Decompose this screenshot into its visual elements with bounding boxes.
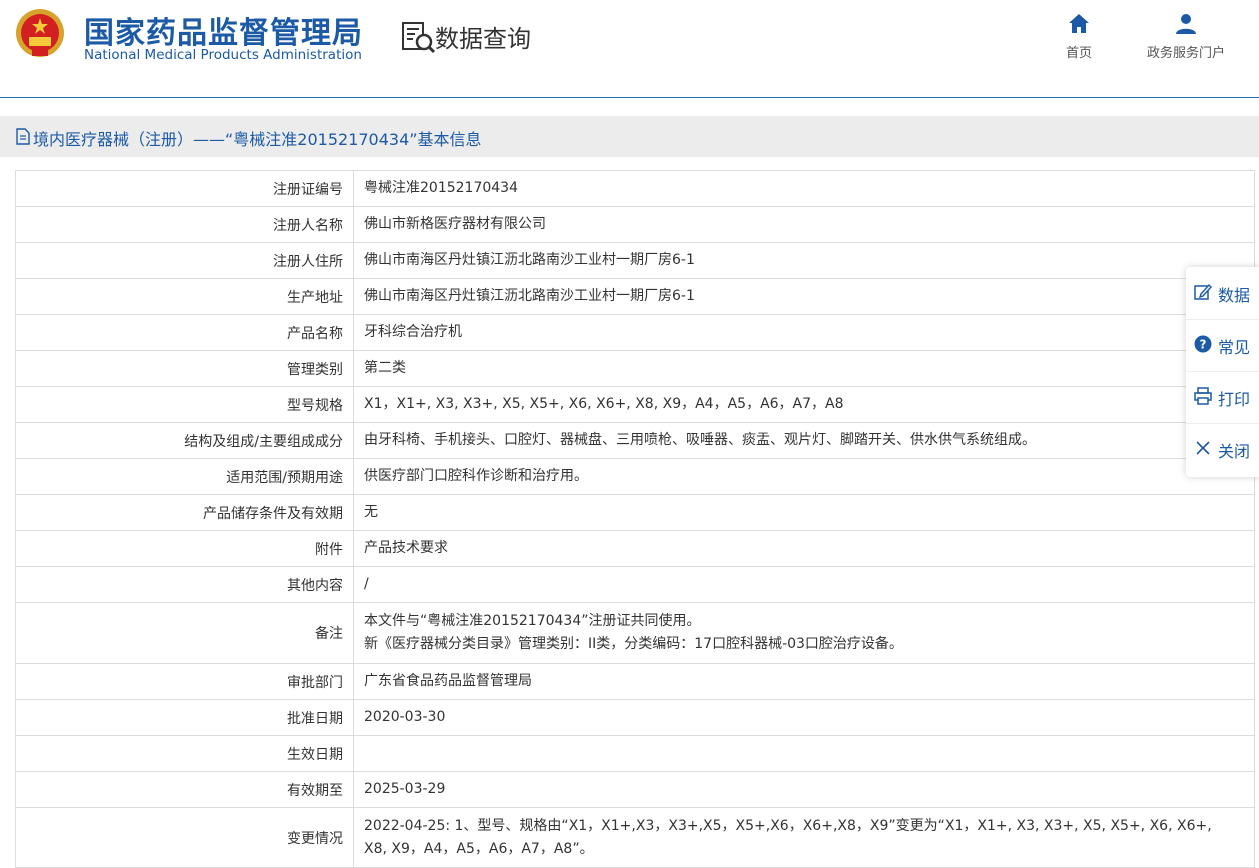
nav-home-label: 首页 [1065,46,1092,61]
row-label: 变更情况 [15,807,354,868]
user-icon [1176,14,1196,34]
row-label: 产品储存条件及有效期 [15,494,354,531]
print-icon [1194,387,1212,405]
org-name-en: National Medical Products Administration [84,47,362,63]
row-label: 管理类别 [15,350,354,387]
edit-icon [1194,283,1212,300]
row-value: 2025-03-29 [353,771,1255,808]
side-toolbar: 数据 ? 常见 打印 关闭 [1186,267,1259,477]
change-line-2: X8, X9，A4，A5，A6，A7，A8”。 [364,840,594,857]
side-item-label: 打印 [1218,390,1251,409]
table-row: 生效日期 [15,735,1255,772]
side-item-label: 常见 [1218,338,1251,357]
row-label: 产品名称 [15,314,354,351]
header-divider [0,97,1259,98]
table-row: 型号规格 X1，X1+, X3, X3+, X5, X5+, X6, X6+, … [15,386,1255,423]
table-row: 结构及组成/主要组成成分 由牙科椅、手机接头、口腔灯、器械盘、三用喷枪、吸唾器、… [15,422,1255,459]
breadcrumb-text: 境内医疗器械（注册）——“粤械注准20152170434”基本信息 [33,130,482,149]
side-item-label: 关闭 [1218,442,1251,461]
row-label: 适用范围/预期用途 [15,458,354,495]
side-item-print[interactable]: 打印 [1186,371,1259,424]
nav-portal-label: 政务服务门户 [1146,46,1225,61]
row-label: 其他内容 [15,566,354,603]
side-item-faq[interactable]: ? 常见 [1186,319,1259,372]
table-row: 批准日期 2020-03-30 [15,699,1255,736]
row-value: 牙科综合治疗机 [353,314,1255,351]
table-row: 注册证编号 粤械注准20152170434 [15,170,1255,207]
national-emblem-icon [16,9,64,57]
row-label: 备注 [15,602,354,664]
nav-portal-link[interactable]: 政务服务门户 [1140,12,1232,61]
data-query-icon [402,22,436,54]
nav-home-link[interactable]: 首页 [1062,12,1096,61]
remark-line-2: 新《医疗器械分类目录》管理类别：II类，分类编码：17口腔科器械-03口腔治疗设… [364,636,903,652]
record-table: 注册证编号 粤械注准20152170434 注册人名称 佛山市新格医疗器材有限公… [15,170,1255,868]
org-name-cn: 国家药品监督管理局 [84,16,363,51]
breadcrumb: 境内医疗器械（注册）——“粤械注准20152170434”基本信息 [0,116,1259,157]
table-row: 产品储存条件及有效期 无 [15,494,1255,531]
row-value [353,735,1255,772]
table-row: 变更情况 2022-04-25: 1、型号、规格由“X1，X1+,X3，X3+,… [15,807,1255,868]
row-value: 第二类 [353,350,1255,387]
row-value: 佛山市南海区丹灶镇江沥北路南沙工业村一期厂房6-1 [353,278,1255,315]
row-value: 佛山市南海区丹灶镇江沥北路南沙工业村一期厂房6-1 [353,242,1255,279]
remark-line-1: 本文件与“粤械注准20152170434”注册证共同使用。 [364,613,701,629]
table-row: 有效期至 2025-03-29 [15,771,1255,808]
row-label: 注册人名称 [15,206,354,243]
row-label: 批准日期 [15,699,354,736]
side-item-data[interactable]: 数据 [1186,267,1259,320]
side-item-close[interactable]: 关闭 [1186,423,1259,475]
document-icon [16,128,30,145]
table-row: 审批部门 广东省食品药品监督管理局 [15,663,1255,700]
row-label: 生效日期 [15,735,354,772]
row-label: 型号规格 [15,386,354,423]
home-icon [1069,14,1089,33]
row-value: 佛山市新格医疗器材有限公司 [353,206,1255,243]
table-row: 生产地址 佛山市南海区丹灶镇江沥北路南沙工业村一期厂房6-1 [15,278,1255,315]
page-header: 国家药品监督管理局 National Medical Products Admi… [0,0,1259,97]
row-value: 粤械注准20152170434 [353,170,1255,207]
table-row: 注册人住所 佛山市南海区丹灶镇江沥北路南沙工业村一期厂房6-1 [15,242,1255,279]
row-label: 注册证编号 [15,170,354,207]
data-query-title: 数据查询 [435,25,531,53]
row-label: 结构及组成/主要组成成分 [15,422,354,459]
svg-text:?: ? [1200,338,1207,352]
row-value: 无 [353,494,1255,531]
row-value: 2020-03-30 [353,699,1255,736]
table-row: 附件 产品技术要求 [15,530,1255,567]
row-value: 2022-04-25: 1、型号、规格由“X1，X1+,X3，X3+,X5，X5… [353,807,1255,868]
row-value: X1，X1+, X3, X3+, X5, X5+, X6, X6+, X8, X… [353,386,1255,423]
row-value: 本文件与“粤械注准20152170434”注册证共同使用。 新《医疗器械分类目录… [353,602,1255,664]
row-value: 广东省食品药品监督管理局 [353,663,1255,700]
table-row: 备注 本文件与“粤械注准20152170434”注册证共同使用。 新《医疗器械分… [15,602,1255,664]
row-value: 由牙科椅、手机接头、口腔灯、器械盘、三用喷枪、吸唾器、痰盂、观片灯、脚踏开关、供… [353,422,1255,459]
close-icon [1196,441,1210,455]
table-row: 注册人名称 佛山市新格医疗器材有限公司 [15,206,1255,243]
row-label: 注册人住所 [15,242,354,279]
table-row: 其他内容 / [15,566,1255,603]
row-value: / [353,566,1255,603]
question-icon: ? [1194,335,1212,353]
table-row: 适用范围/预期用途 供医疗部门口腔科作诊断和治疗用。 [15,458,1255,495]
change-line-1: 2022-04-25: 1、型号、规格由“X1，X1+,X3，X3+,X5，X5… [364,817,1212,834]
side-item-label: 数据 [1218,286,1251,305]
row-label: 审批部门 [15,663,354,700]
table-row: 管理类别 第二类 [15,350,1255,387]
row-label: 附件 [15,530,354,567]
row-label: 有效期至 [15,771,354,808]
table-row: 产品名称 牙科综合治疗机 [15,314,1255,351]
row-value: 供医疗部门口腔科作诊断和治疗用。 [353,458,1255,495]
row-value: 产品技术要求 [353,530,1255,567]
row-label: 生产地址 [15,278,354,315]
